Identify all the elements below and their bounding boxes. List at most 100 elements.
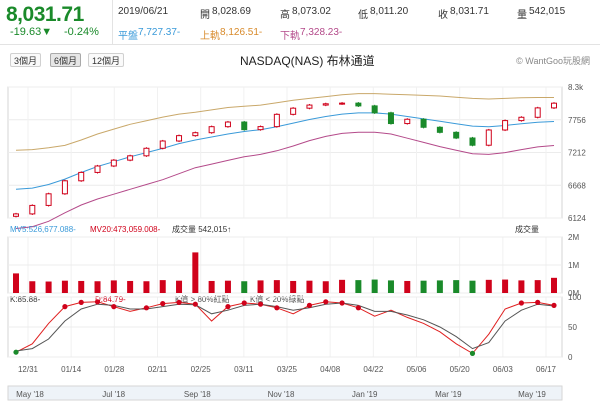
candle-body [404, 118, 411, 125]
volume-bar [29, 281, 36, 293]
volume-bar [257, 280, 264, 293]
kd-legend-item: K:85.88- [10, 295, 41, 304]
kd-overbought-dot [225, 304, 231, 310]
volume-bar [110, 280, 117, 293]
volume-bar [387, 280, 394, 293]
mid-band-line [15, 112, 555, 190]
volume-bar [404, 280, 411, 293]
candle-body [436, 126, 443, 133]
navigator-axis-label: Jan '19 [352, 390, 378, 399]
main-y-tick-label: 8.3k [568, 83, 584, 92]
navigator-axis-label: May '19 [518, 390, 546, 399]
kd-overbought-dot [241, 300, 247, 306]
kd-overbought-dot [176, 299, 182, 305]
volume-mv5-legend: MV5:526,677.088- [10, 225, 76, 234]
candle-body [339, 102, 346, 105]
x-tick-label: 02/11 [148, 365, 168, 374]
volume-bar [485, 279, 492, 293]
candle-body [306, 104, 313, 109]
x-tick-label: 03/25 [277, 365, 298, 374]
navigator-axis-label: May '18 [16, 390, 44, 399]
kd-oversold-dot [13, 349, 19, 355]
volume-bar [78, 280, 85, 293]
x-tick-label: 04/08 [320, 365, 341, 374]
kd-overbought-dot [111, 304, 117, 310]
volume-bar [127, 280, 134, 293]
volume-bar [339, 279, 346, 293]
kd-overbought-dot [355, 305, 361, 311]
volume-bar [453, 280, 460, 293]
candle-body [78, 171, 85, 182]
volume-bar [94, 281, 101, 293]
x-tick-label: 05/20 [450, 365, 471, 374]
volume-bar [61, 280, 68, 293]
navigator-axis-label: Nov '18 [268, 390, 295, 399]
kd-overbought-dot [78, 299, 84, 305]
volume-bar [355, 280, 362, 293]
volume-bar [534, 280, 541, 293]
volume-y-tick-label: 1M [568, 261, 579, 270]
chart-canvas[interactable]: 8.3k 7756 7212 6668 6124 12/31 01/14 01/28 02/11… [0, 0, 600, 404]
navigator-axis-label: Mar '19 [435, 390, 462, 399]
kd-overbought-dot [518, 300, 524, 306]
volume-bar [45, 281, 52, 293]
x-tick-label: 05/06 [406, 365, 427, 374]
x-tick-label: 04/22 [363, 365, 384, 374]
kd-legend-item: K值 < 20%綠點 [250, 294, 304, 304]
navigator-axis-label: Jul '18 [102, 390, 125, 399]
candle-body [159, 140, 166, 149]
kd-y-tick-label: 50 [568, 323, 577, 332]
candle-body [322, 103, 329, 106]
candle-body [29, 204, 36, 215]
kd-y-tick-label: 0 [568, 353, 573, 362]
candle-body [94, 165, 101, 173]
volume-bar [371, 279, 378, 293]
candle-body [534, 107, 541, 118]
candle-body [290, 107, 297, 115]
kd-k-line [15, 301, 555, 355]
x-tick-label: 06/03 [493, 365, 514, 374]
x-tick-label: 12/31 [18, 365, 39, 374]
lower-band-line [15, 131, 555, 229]
kd-overbought-dot [62, 304, 68, 310]
x-tick-label: 01/14 [61, 365, 82, 374]
volume-bar [241, 281, 248, 293]
kd-overbought-dot [323, 299, 329, 305]
candle-body [371, 105, 378, 114]
volume-bar [469, 280, 476, 293]
main-y-tick-label: 6124 [568, 214, 586, 223]
main-y-tick-label: 6668 [568, 181, 586, 190]
kd-overbought-dot [143, 305, 150, 311]
volume-bar [551, 277, 557, 293]
volume-bar [143, 281, 150, 293]
candle-body [485, 129, 492, 146]
candle-body [241, 121, 248, 131]
candle-body [273, 113, 280, 128]
candle-body [224, 121, 231, 128]
volume-bar [192, 252, 199, 293]
candle-body [257, 126, 264, 131]
kd-overbought-dot [306, 302, 313, 308]
candle-body [208, 126, 215, 134]
volume-bar [13, 273, 19, 293]
candle-body [502, 120, 509, 131]
candle-body [61, 180, 68, 195]
candle-body [469, 137, 476, 146]
x-tick-label: 06/17 [536, 365, 557, 374]
volume-bar [502, 279, 509, 293]
candle-body [551, 102, 557, 109]
kd-overbought-dot [274, 305, 280, 311]
kd-overbought-dot [94, 299, 101, 305]
volume-bar [518, 280, 525, 293]
volume-legend: 成交量 542,015↑ [172, 224, 231, 234]
kd-overbought-dot [339, 300, 345, 306]
candle-body [420, 118, 427, 128]
x-tick-label: 01/28 [104, 365, 125, 374]
candle-body [110, 159, 117, 167]
volume-y-tick-label: 2M [568, 233, 579, 242]
volume-bar [273, 280, 280, 293]
volume-bar [322, 281, 329, 293]
kd-overbought-dot [192, 301, 198, 307]
candle-body [176, 135, 183, 142]
candle-body [13, 213, 19, 217]
